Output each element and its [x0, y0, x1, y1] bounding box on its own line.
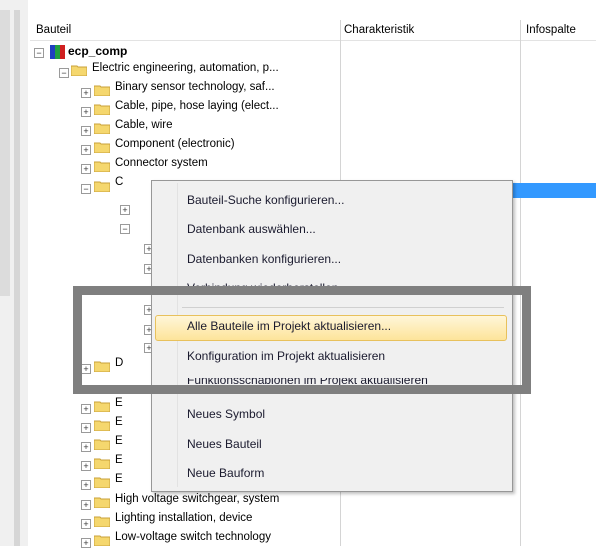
expand-icon[interactable]: + [81, 404, 91, 414]
tree-item-label[interactable]: Electric engineering, automation, p... [92, 62, 279, 74]
folder-open-icon [71, 65, 87, 76]
collapse-icon[interactable]: − [34, 48, 44, 58]
column-header-row [30, 20, 596, 41]
folder-icon [94, 85, 110, 96]
expand-icon[interactable]: + [81, 164, 91, 174]
tree-item-label[interactable]: Cable, wire [115, 119, 173, 131]
database-icon [50, 45, 65, 59]
collapse-icon[interactable]: − [81, 184, 91, 194]
expand-icon[interactable]: + [81, 519, 91, 529]
expand-icon[interactable]: + [81, 538, 91, 548]
tree-root-label[interactable]: ecp_comp [68, 44, 127, 58]
folder-icon [94, 142, 110, 153]
folder-icon [94, 161, 110, 172]
annotation-frame [73, 286, 531, 394]
folder-icon [94, 420, 110, 431]
expand-icon[interactable]: + [81, 442, 91, 452]
expand-icon[interactable]: + [81, 126, 91, 136]
menu-item-new-part[interactable]: Neues Bauteil [187, 437, 262, 451]
expand-icon[interactable]: + [81, 500, 91, 510]
menu-item-configure-databases[interactable]: Datenbanken konfigurieren... [187, 252, 341, 266]
menu-item-new-symbol[interactable]: Neues Symbol [187, 407, 265, 421]
expand-icon[interactable]: + [81, 480, 91, 490]
menu-item-select-database[interactable]: Datenbank auswählen... [187, 222, 316, 236]
column-header-infospalte[interactable]: Infospalte [526, 24, 576, 36]
expand-icon[interactable]: + [120, 205, 130, 215]
tree-item-label[interactable]: Component (electronic) [115, 138, 235, 150]
collapse-icon[interactable]: − [59, 68, 69, 78]
tree-item-label[interactable]: E [115, 473, 123, 485]
folder-icon [94, 477, 110, 488]
folder-icon [94, 516, 110, 527]
tree-item-label[interactable]: High voltage switchgear, system [115, 493, 279, 505]
folder-icon [94, 401, 110, 412]
column-header-charakteristik[interactable]: Charakteristik [344, 24, 414, 36]
tree-item-label[interactable]: E [115, 454, 123, 466]
tree-item-label[interactable]: C [115, 176, 123, 188]
folder-icon [94, 497, 110, 508]
panel-marker [0, 10, 10, 296]
tree-item-label[interactable]: Cable, pipe, hose laying (elect... [115, 100, 279, 112]
folder-icon [94, 535, 110, 546]
folder-icon [94, 123, 110, 134]
expand-icon[interactable]: + [81, 145, 91, 155]
expand-icon[interactable]: + [81, 88, 91, 98]
tree-item-label[interactable]: Binary sensor technology, saf... [115, 81, 275, 93]
panel-splitter[interactable] [14, 10, 20, 546]
expand-icon[interactable]: + [81, 461, 91, 471]
collapse-icon[interactable]: − [120, 224, 130, 234]
column-header-bauteil[interactable]: Bauteil [36, 24, 71, 36]
tree-item-label[interactable]: Connector system [115, 157, 208, 169]
tree-item-label[interactable]: E [115, 416, 123, 428]
column-divider[interactable] [520, 20, 521, 546]
folder-icon [94, 439, 110, 450]
menu-item-configure-search[interactable]: Bauteil-Suche konfigurieren... [187, 193, 344, 207]
expand-icon[interactable]: + [81, 107, 91, 117]
tree-item-label[interactable]: E [115, 435, 123, 447]
expand-icon[interactable]: + [81, 423, 91, 433]
menu-item-new-design[interactable]: Neue Bauform [187, 466, 264, 480]
tree-item-label[interactable]: Lighting installation, device [115, 512, 252, 524]
folder-icon [94, 458, 110, 469]
tree-item-label[interactable]: E [115, 397, 123, 409]
left-panel-strip [0, 0, 28, 546]
folder-icon [94, 104, 110, 115]
folder-open-icon [94, 181, 110, 192]
tree-item-label[interactable]: Low-voltage switch technology [115, 531, 271, 543]
